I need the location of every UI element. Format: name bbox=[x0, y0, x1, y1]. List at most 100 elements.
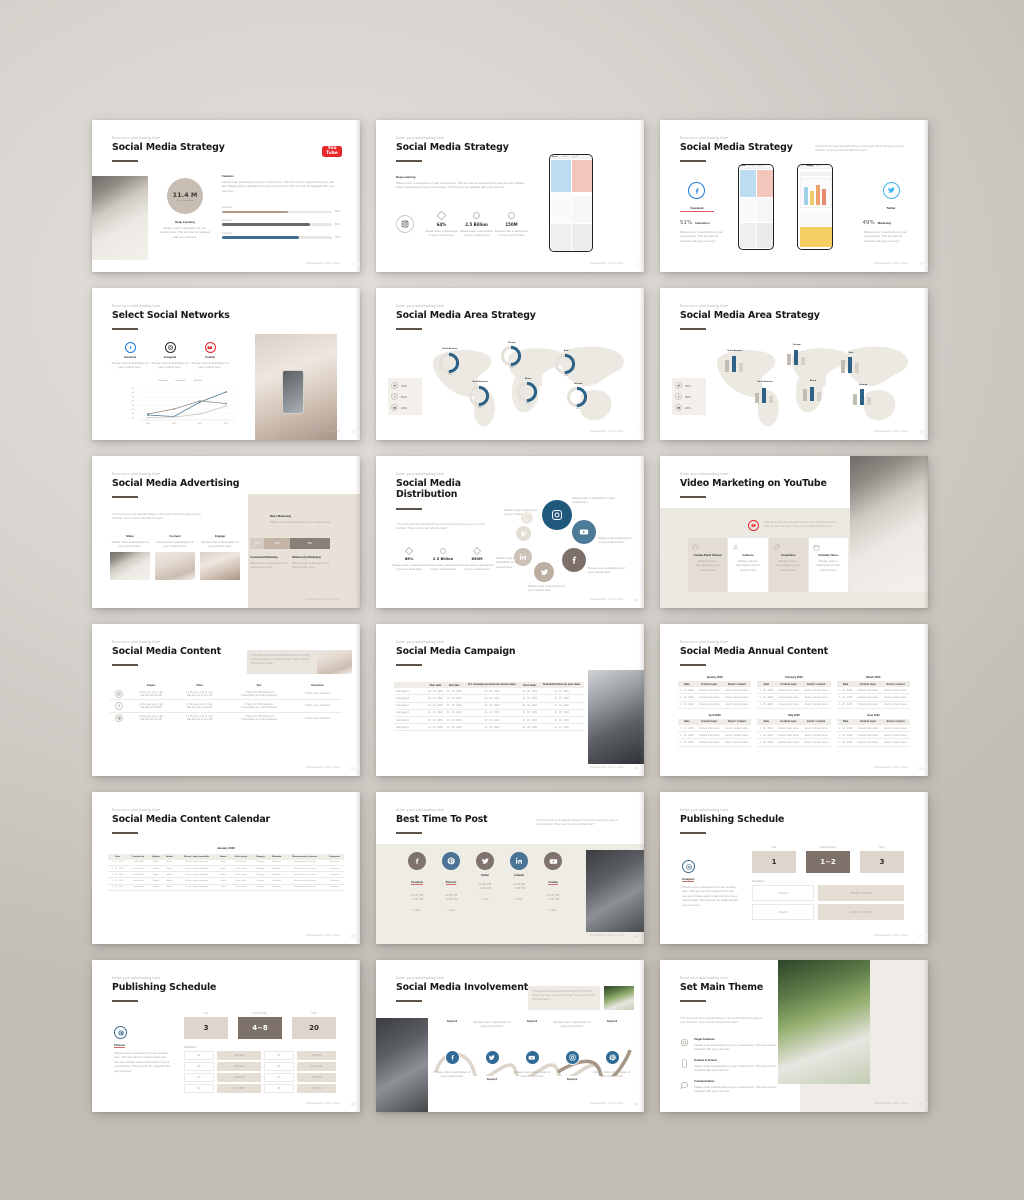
slide-page-number: 16 bbox=[634, 933, 638, 938]
slide-title: Social Media Content Calendar bbox=[112, 814, 270, 825]
region-name: Oceania bbox=[858, 384, 868, 386]
bubble-note: Please enter a description of your conte… bbox=[496, 556, 520, 569]
network-col-pinterest[interactable]: Pinterest 12:00 PM - 3:00 PM 1 Day bbox=[434, 852, 468, 912]
card-audience[interactable]: Audience Please enter a description of y… bbox=[728, 538, 768, 592]
table-cell: 10 . 01 . 2020 bbox=[484, 704, 500, 708]
slide-thumbnail-social-media-area-strategy-1[interactable]: Enter your subheading here Social Media … bbox=[376, 288, 644, 440]
network-col-facebook[interactable]: Facebook 12:00 PM - 3:00 PM 1 Day bbox=[400, 852, 434, 912]
frequency-value-high[interactable]: 3 bbox=[860, 851, 904, 873]
linkedin-icon bbox=[510, 852, 528, 870]
card-schedule-videos[interactable]: Schedule Videos Please enter a descripti… bbox=[808, 538, 848, 592]
table-cell: Measurement of success bbox=[293, 886, 317, 889]
slide-thumbnail-social-media-distribution[interactable]: Enter your subheading here Social Media … bbox=[376, 456, 644, 608]
campaign-name: Campaign F bbox=[396, 725, 410, 729]
network-name: Twitter bbox=[480, 874, 489, 877]
instagram-icon bbox=[396, 215, 414, 233]
month-grid: January 2020 Date Content topic Event / co… bbox=[678, 676, 910, 747]
frequency-value-mid[interactable]: 1~2 bbox=[806, 851, 850, 873]
stat-number: 11.4 M bbox=[172, 190, 198, 199]
frequency-value-mid[interactable]: 4~8 bbox=[238, 1017, 282, 1039]
slide-title: Social Media Campaign bbox=[396, 646, 516, 657]
title-rule bbox=[112, 1000, 138, 1002]
slide-thumbnail-social-media-area-strategy-2[interactable]: Enter your subheading here Social Media … bbox=[660, 288, 928, 440]
card-youtube-brand-channel[interactable]: Youtube Brand Channel Please enter a des… bbox=[688, 538, 728, 592]
stat-caption: Please enter text bbox=[176, 199, 194, 202]
bar-value: 70% bbox=[335, 236, 340, 240]
schedule-post-index: 05 bbox=[264, 1051, 294, 1060]
slide-thumbnail-best-time-to-post[interactable]: Enter your subheading here Best Time To … bbox=[376, 792, 644, 944]
table-cell: 10 . 01 . 2020 bbox=[484, 711, 500, 715]
phone-mockup: Recent Featured Popular bbox=[549, 154, 593, 252]
schedule-post-index: 06 bbox=[264, 1062, 294, 1071]
slide-page-number: 5 bbox=[920, 261, 922, 266]
network-grid: Facebook 12:00 PM - 3:00 PM 1 Day Pinter… bbox=[400, 852, 570, 912]
region-name: Asia bbox=[848, 352, 854, 354]
slide-subheading: Enter your subheading here bbox=[396, 136, 445, 140]
table-row: 1:1 file type .jpg or .jpg Max file size… bbox=[110, 700, 342, 713]
stat-value: 68% bbox=[404, 557, 414, 561]
frequency-value-high[interactable]: 20 bbox=[292, 1017, 336, 1039]
card-competition[interactable]: Competition Please enter a description o… bbox=[768, 538, 808, 592]
slide-thumbnail-social-media-annual-content[interactable]: Enter your subheading here Social Media … bbox=[660, 624, 928, 776]
campaign-name: Campaign C bbox=[396, 704, 410, 708]
table-cell: 10 . 10 . 2020 bbox=[428, 718, 443, 722]
network-col-linkedin[interactable]: Linkedin 12:00 PM - 3:00 PM 1 Day bbox=[502, 852, 536, 912]
table-cell: Person / dept responsible bbox=[185, 886, 208, 889]
stat-value: 150M bbox=[505, 222, 518, 227]
slide-thumbnail-set-main-theme[interactable]: Enter your subheading here Set Main Them… bbox=[660, 960, 928, 1112]
instagram-icon bbox=[164, 342, 176, 353]
network-name: Youtube bbox=[548, 881, 558, 885]
column-group: Share Please enter a description of your… bbox=[110, 534, 240, 580]
calendar-table: Date Content title Subject Author Person… bbox=[108, 854, 344, 891]
panel-heading: Mass Marketing bbox=[270, 514, 291, 518]
table-row: 1:1 file type .jpg or .jpg Max file size… bbox=[110, 688, 342, 700]
bubble-youtube bbox=[572, 520, 596, 544]
table-cell: 1:1 file type .mp4 or .mov Max file size… bbox=[186, 715, 213, 722]
table-cell: 1 . 14 . 2020 bbox=[759, 695, 773, 699]
table-cell: 1 Title up to 150 characters 1 Descripti… bbox=[240, 702, 278, 709]
people-icon bbox=[732, 544, 763, 551]
network-name: Youtube bbox=[204, 356, 216, 359]
svg-text:20: 20 bbox=[132, 417, 135, 419]
slide-thumbnail-video-marketing-on-youtube[interactable]: Enter your subheading here Video Marketi… bbox=[660, 456, 928, 608]
table-cell: 10 . 01 . 2020 bbox=[484, 689, 500, 693]
step-keyword: Keyword bbox=[606, 1020, 618, 1023]
network-col-twitter[interactable]: Twitter 12:00 PM - 3:00 PM 1 Day bbox=[468, 852, 502, 912]
svg-text:80: 80 bbox=[132, 392, 135, 394]
stat-list: 68% Please enter a description of your c… bbox=[392, 546, 494, 572]
legend-value: 30% bbox=[401, 383, 407, 388]
slide-page-number: 14 bbox=[918, 765, 922, 770]
slide-footer: Presentation title in here bbox=[589, 262, 624, 265]
region-donut-asia: Asia 50% bbox=[554, 350, 578, 377]
network-col-youtube[interactable]: Youtube 12:00 PM - 3:00 PM 1 Day bbox=[536, 852, 570, 912]
slide-thumbnail-social-media-strategy-1[interactable]: Enter your subheading here Social Media … bbox=[92, 120, 360, 272]
region-donut-africa: Africa 50% bbox=[516, 378, 540, 405]
frequency-label: Pins Per Day bbox=[253, 1012, 267, 1015]
slide-thumbnail-publishing-schedule-instagram[interactable]: Enter your subheading here Publishing Sc… bbox=[660, 792, 928, 944]
region-bars-oceania: Oceania bbox=[850, 384, 876, 405]
slide-thumbnail-social-media-advertising[interactable]: Enter your subheading here Social Media … bbox=[92, 456, 360, 608]
table-cell: 1:1 file type .mp4 or .mov Max file size… bbox=[186, 690, 213, 697]
slide-thumbnail-social-media-strategy-2[interactable]: Enter your subheading here Social Media … bbox=[376, 120, 644, 272]
month-block: January 2020 Date Content topic Event / co… bbox=[678, 676, 752, 709]
slide-subheading: Enter your subheading here bbox=[396, 808, 445, 812]
slide-thumbnail-social-media-content[interactable]: Enter your subheading here Social Media … bbox=[92, 624, 360, 776]
left-body: Please enter a description of your conte… bbox=[680, 230, 724, 243]
title-rule bbox=[680, 496, 706, 498]
slide-thumbnail-social-media-content-calendar[interactable]: Enter your subheading here Social Media … bbox=[92, 792, 360, 944]
slide-footer: Presentation title in here bbox=[305, 430, 340, 433]
frequency-label: High bbox=[879, 846, 885, 849]
slide-subheading: Enter your subheading here bbox=[396, 640, 445, 644]
slide-quote: "The best and most beautiful things in t… bbox=[532, 989, 595, 1001]
left-percent-row: 51% Interaction bbox=[680, 220, 710, 226]
frequency-value-low[interactable]: 3 bbox=[184, 1017, 228, 1039]
slide-thumbnail-select-social-networks[interactable]: Enter your subheading here Select Social… bbox=[92, 288, 360, 440]
slide-thumbnail-social-media-strategy-3[interactable]: Enter your subheading here Social Media … bbox=[660, 120, 928, 272]
slide-thumbnail-social-media-involvement[interactable]: Enter your subheading here Social Media … bbox=[376, 960, 644, 1112]
month-title: February 2020 bbox=[785, 676, 803, 679]
slide-thumbnail-social-media-campaign[interactable]: Enter your subheading here Social Media … bbox=[376, 624, 644, 776]
region-name: North America bbox=[442, 348, 458, 350]
bar-label: Keyword bbox=[222, 218, 232, 222]
slide-thumbnail-publishing-schedule-pinterest[interactable]: Enter your subheading here Publishing Sc… bbox=[92, 960, 360, 1112]
frequency-value-low[interactable]: 1 bbox=[752, 851, 796, 873]
